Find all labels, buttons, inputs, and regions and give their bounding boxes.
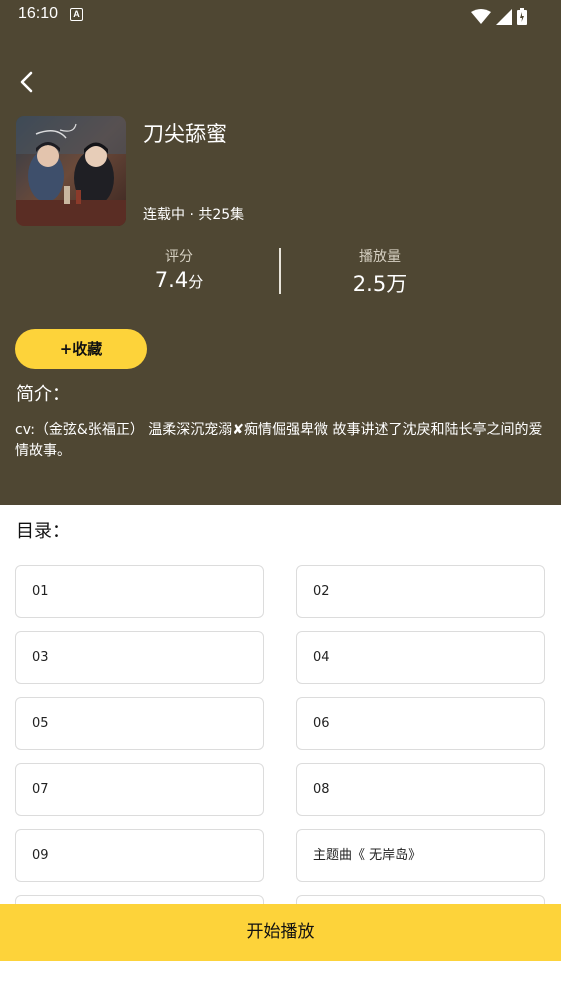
episode-item-02[interactable]: 02 — [296, 565, 545, 618]
status-bar: 16:10 A — [0, 0, 561, 30]
episode-item-06[interactable]: 06 — [296, 697, 545, 750]
catalog-heading: 目录： — [16, 521, 70, 542]
episode-item-09[interactable]: 09 — [15, 829, 264, 882]
collect-button[interactable]: +收藏 — [15, 329, 147, 369]
plays-value: 2.5万 — [352, 272, 408, 296]
intro-text: cv:（金弦&张福正） 温柔深沉宠溺✘痴情倔强卑微 故事讲述了沈戾和陆长亭之间的… — [15, 422, 543, 459]
back-button[interactable] — [14, 66, 42, 98]
album-meta: 连载中 · 共25集 — [143, 207, 245, 223]
album-title: 刀尖舔蜜 — [143, 122, 227, 146]
episode-item-03[interactable]: 03 — [15, 631, 264, 684]
episode-item-04[interactable]: 04 — [296, 631, 545, 684]
rating-unit: 分 — [188, 273, 204, 291]
rating-label: 评分 — [165, 249, 193, 265]
status-icons — [470, 6, 527, 25]
stats-divider — [279, 248, 281, 294]
album-cover — [16, 116, 126, 226]
battery-icon — [517, 8, 527, 25]
status-time: 16:10 — [18, 5, 59, 22]
episode-item-05[interactable]: 05 — [15, 697, 264, 750]
notification-a-icon: A — [70, 8, 83, 21]
episode-item-01[interactable]: 01 — [15, 565, 264, 618]
wifi-icon — [470, 8, 491, 24]
intro-heading: 简介： — [16, 384, 70, 405]
album-cover-art — [16, 116, 126, 226]
rating-number: 7.4 — [154, 268, 189, 292]
episode-item-08[interactable]: 08 — [296, 763, 545, 816]
episode-item-theme-song[interactable]: 主题曲《 无岸岛》 — [296, 829, 545, 882]
episode-item-07[interactable]: 07 — [15, 763, 264, 816]
plays-label: 播放量 — [359, 249, 401, 265]
chevron-left-icon — [20, 71, 33, 93]
cell-signal-icon — [495, 8, 512, 25]
start-play-button[interactable]: 开始播放 — [0, 904, 561, 961]
album-header: 16:10 A 刀尖舔蜜 连载中 · 共25集 评分 7.4分 播放量 2.5万… — [0, 0, 561, 505]
rating-value: 7.4分 — [109, 268, 249, 292]
